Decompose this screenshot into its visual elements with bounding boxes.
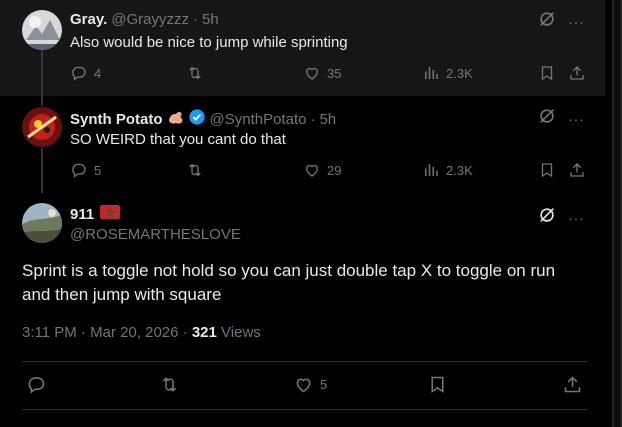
views-button[interactable]: 2.3K	[422, 64, 473, 82]
thread-line	[41, 96, 43, 106]
like-button[interactable]: 29	[303, 161, 341, 179]
tweet-text: SO WEIRD that you cant do that	[70, 131, 286, 148]
bookmark-button[interactable]	[538, 64, 556, 82]
more-icon[interactable]: ···	[568, 14, 585, 30]
reply-count: 5	[94, 162, 102, 178]
avatar[interactable]	[22, 203, 62, 243]
more-icon[interactable]: ···	[568, 210, 585, 226]
share-button[interactable]	[562, 374, 583, 395]
post-time[interactable]: 3:11 PM	[22, 324, 77, 341]
bookmark-button[interactable]	[538, 161, 556, 179]
bookmark-icon	[541, 66, 553, 81]
author-name[interactable]: Synth Potato	[70, 111, 163, 128]
share-icon	[564, 376, 581, 393]
post-date[interactable]: Mar 20, 2026	[90, 324, 178, 341]
grok-icon[interactable]	[538, 206, 556, 229]
views-count: 2.3K	[446, 162, 473, 178]
heart-icon	[306, 164, 318, 177]
tweet-top-actions: ···	[538, 107, 585, 130]
action-bar: 4 35 2.3K	[70, 64, 590, 84]
like-count: 5	[320, 377, 328, 392]
divider	[22, 361, 588, 362]
grok-icon[interactable]	[538, 107, 556, 130]
muscle-emoji-icon	[167, 110, 184, 129]
repost-icon	[189, 66, 201, 80]
like-count: 35	[327, 65, 342, 81]
share-button[interactable]	[568, 161, 586, 179]
tweet-meta: 3:11 PM · Mar 20, 2026 · 321 Views	[22, 324, 261, 341]
avatar[interactable]	[22, 107, 62, 147]
action-bar: 5 29 2.3K	[70, 161, 590, 181]
like-button[interactable]: 35	[303, 64, 341, 82]
tweet-header: Synth Potato @SynthPotato · 5h	[70, 108, 336, 130]
separator: ·	[310, 110, 316, 128]
separator: ·	[192, 11, 198, 28]
repost-button[interactable]	[186, 161, 204, 179]
reply-button[interactable]	[26, 374, 47, 395]
thread-line	[41, 148, 43, 193]
bookmark-button[interactable]	[427, 374, 448, 395]
repost-icon	[189, 163, 201, 177]
tweet-header: Gray. @Grayyzzz · 5h	[70, 11, 219, 28]
bookmark-icon	[541, 163, 553, 178]
author-handle[interactable]: @ROSEMARTHESLOVE	[70, 226, 241, 243]
separator: ·	[182, 324, 188, 341]
grok-icon[interactable]	[538, 10, 556, 33]
like-button[interactable]: 5	[293, 374, 327, 395]
tweet-text: Sprint is a toggle not hold so you can j…	[22, 261, 556, 304]
share-icon	[570, 163, 584, 177]
timestamp[interactable]: 5h	[202, 11, 219, 28]
thread-line	[41, 50, 43, 96]
share-icon	[570, 66, 584, 80]
avatar[interactable]	[22, 10, 62, 50]
views-count: 2.3K	[446, 65, 473, 81]
verified-badge-icon	[188, 108, 206, 130]
reply-tweet-synth-potato[interactable]: Synth Potato @SynthPotato · 5h ··· SO WE…	[0, 96, 605, 193]
repost-icon	[162, 377, 177, 392]
bookmark-icon	[431, 376, 444, 393]
author-handle[interactable]: @Grayyzzz	[111, 11, 189, 28]
action-bar: 5	[26, 374, 586, 394]
repost-button[interactable]	[159, 374, 180, 395]
timestamp[interactable]: 5h	[319, 111, 336, 128]
repost-button[interactable]	[186, 64, 204, 82]
views-icon	[425, 67, 438, 79]
more-icon[interactable]: ···	[568, 111, 585, 127]
reply-icon	[28, 377, 45, 394]
heart-icon	[296, 378, 311, 393]
reply-button[interactable]: 5	[70, 161, 101, 179]
share-button[interactable]	[568, 64, 586, 82]
divider	[22, 409, 588, 410]
author-name[interactable]: Gray.	[70, 11, 107, 28]
flag-icon	[100, 205, 121, 223]
reply-icon	[72, 66, 86, 81]
reply-count: 4	[94, 65, 102, 81]
reply-icon	[72, 163, 86, 178]
reply-tweet-gray[interactable]: Gray. @Grayyzzz · 5h ··· Also would be n…	[0, 0, 605, 96]
tweet-top-actions: ···	[538, 206, 585, 229]
separator: ·	[80, 324, 86, 341]
tweet-text: Also would be nice to jump while sprinti…	[70, 34, 348, 51]
tweet-top-actions: ···	[538, 10, 585, 33]
heart-icon	[306, 67, 318, 80]
author-name[interactable]: 911	[70, 206, 94, 223]
scrollbar[interactable]	[612, 0, 622, 427]
author-name-row: 911	[70, 205, 121, 223]
views-button[interactable]: 2.3K	[422, 161, 473, 179]
views-label: Views	[221, 324, 261, 341]
reply-button[interactable]: 4	[70, 64, 101, 82]
like-count: 29	[327, 162, 342, 178]
views-icon	[425, 164, 438, 176]
author-handle[interactable]: @SynthPotato	[210, 111, 307, 128]
views-count: 321	[191, 324, 217, 341]
focused-tweet: 911 @ROSEMARTHESLOVE ··· Sprint is a tog…	[0, 193, 605, 427]
